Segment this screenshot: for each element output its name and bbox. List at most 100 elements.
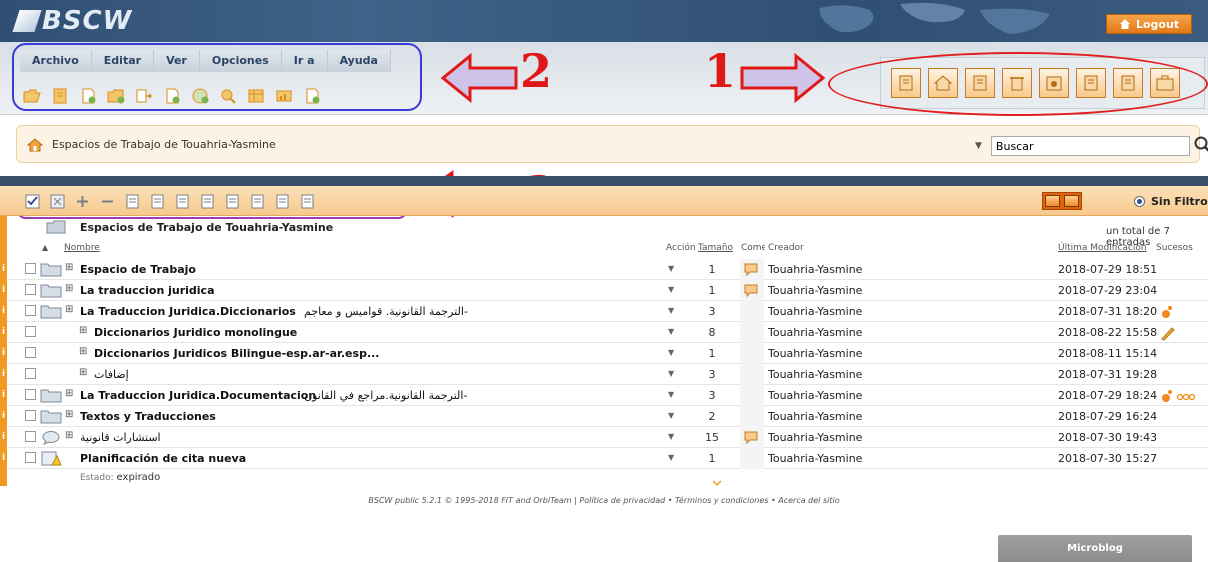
entry-creator[interactable]: Touahria-Yasmine xyxy=(768,305,862,318)
column-creator[interactable]: Creador xyxy=(768,243,804,253)
entry-name-arabic[interactable]: الترجمة القانونية.مراجع في القانون- xyxy=(304,389,467,402)
entry-creator[interactable]: Touahria-Yasmine xyxy=(768,452,862,465)
column-modified[interactable]: Última Modificación xyxy=(1058,243,1147,253)
entry-name[interactable]: Espacio de Trabajo xyxy=(80,263,196,276)
filter-option[interactable]: Sin Filtro xyxy=(1134,195,1208,208)
appointment-warning-icon[interactable] xyxy=(40,451,62,466)
info-marker-icon[interactable]: i xyxy=(0,301,7,322)
entry-creator[interactable]: Touahria-Yasmine xyxy=(768,263,862,276)
table-row[interactable]: i ⊞ Diccionarios Juridico monolingue ▼ 8 Toua… xyxy=(0,322,1208,343)
row-checkbox[interactable] xyxy=(25,452,36,463)
info-marker-icon[interactable]: i xyxy=(0,427,7,448)
entry-name[interactable]: استشارات قانونية xyxy=(80,431,161,444)
info-marker-icon[interactable]: i xyxy=(0,406,7,427)
entry-name[interactable]: إضافات xyxy=(94,368,129,381)
entry-creator[interactable]: Touahria-Yasmine xyxy=(768,284,862,297)
info-marker-icon[interactable]: i xyxy=(0,448,7,469)
expand-tree-icon[interactable]: ⊞ xyxy=(65,409,73,420)
info-marker-icon[interactable]: i xyxy=(0,280,7,301)
entry-creator[interactable]: Touahria-Yasmine xyxy=(768,347,862,360)
entry-creator[interactable]: Touahria-Yasmine xyxy=(768,410,862,423)
select-all-icon[interactable] xyxy=(24,193,40,209)
sort-asc-icon[interactable]: ▲ xyxy=(42,243,48,252)
table-row[interactable]: i ⊞ Textos y Traducciones ▼ 2 Touahria-Yasmin… xyxy=(0,406,1208,427)
search-scope-dropdown-icon[interactable]: ▼ xyxy=(975,141,991,151)
export-icon[interactable] xyxy=(274,193,290,209)
column-name[interactable]: Nombre xyxy=(64,243,100,253)
row-checkbox[interactable] xyxy=(25,347,36,358)
action-dropdown-icon[interactable]: ▼ xyxy=(668,453,674,462)
expand-tree-icon[interactable]: ⊞ xyxy=(65,388,73,399)
search-input[interactable] xyxy=(990,136,1190,156)
expand-tree-icon[interactable]: ⊞ xyxy=(65,283,73,294)
column-comments[interactable]: Come xyxy=(741,243,765,253)
info-marker-icon[interactable]: i xyxy=(0,385,7,406)
footer-privacy-link[interactable]: Política de privacidad xyxy=(579,496,665,505)
entry-creator[interactable]: Touahria-Yasmine xyxy=(768,389,862,402)
table-row[interactable]: i ⊞ Diccionarios Juridicos Bilingue-esp.ar… xyxy=(0,343,1208,364)
row-checkbox[interactable] xyxy=(25,305,36,316)
info-marker-icon[interactable]: i xyxy=(0,343,7,364)
folder-icon[interactable] xyxy=(40,283,62,298)
action-dropdown-icon[interactable]: ▼ xyxy=(668,264,674,273)
row-checkbox[interactable] xyxy=(25,326,36,337)
cut-icon[interactable] xyxy=(124,193,140,209)
folder-icon[interactable] xyxy=(40,262,62,277)
comment-icon[interactable] xyxy=(744,262,758,276)
action-dropdown-icon[interactable]: ▼ xyxy=(668,348,674,357)
view-toggle[interactable] xyxy=(1042,192,1082,210)
folder-icon[interactable] xyxy=(40,409,62,424)
action-dropdown-icon[interactable]: ▼ xyxy=(668,306,674,315)
filter-radio[interactable] xyxy=(1134,196,1145,207)
action-dropdown-icon[interactable]: ▼ xyxy=(668,390,674,399)
expand-tree-icon[interactable]: ⊞ xyxy=(79,367,87,378)
column-size[interactable]: Tamaño xyxy=(698,243,733,253)
expand-tree-icon[interactable]: ⊞ xyxy=(65,262,73,273)
expand-tree-icon[interactable]: ⊞ xyxy=(65,430,73,441)
action-dropdown-icon[interactable]: ▼ xyxy=(668,411,674,420)
microblog-button[interactable]: Microblog xyxy=(998,535,1192,562)
expand-tree-icon[interactable]: ⊞ xyxy=(79,325,87,336)
move-icon[interactable] xyxy=(174,193,190,209)
row-checkbox[interactable] xyxy=(25,284,36,295)
footer-copyright[interactable]: © 1995-2018 FIT and OrbiTeam xyxy=(445,496,572,505)
table-row[interactable]: i ⊞ La traduccion juridica ▼ 1 Touahria-Yasmi… xyxy=(0,280,1208,301)
detail-view-icon[interactable] xyxy=(1064,195,1079,207)
comment-icon[interactable] xyxy=(744,283,758,297)
table-row[interactable]: i ⊞ Espacio de Trabajo ▼ 1 Touahria-Yasmine 20… xyxy=(0,259,1208,280)
info-marker-icon[interactable]: i xyxy=(0,259,7,280)
discussion-icon[interactable] xyxy=(40,430,62,445)
entry-creator[interactable]: Touahria-Yasmine xyxy=(768,431,862,444)
breadcrumb-current[interactable]: Espacios de Trabajo de Touahria-Yasmine xyxy=(52,138,276,151)
action-dropdown-icon[interactable]: ▼ xyxy=(668,327,674,336)
edit-event-icon[interactable] xyxy=(1160,325,1196,341)
expand-tree-icon[interactable]: ⊞ xyxy=(79,346,87,357)
collapse-icon[interactable] xyxy=(99,193,115,209)
entry-name-arabic[interactable]: الترجمة القانونية. قواميس و معاجم- xyxy=(304,305,468,318)
folder-icon[interactable] xyxy=(40,388,62,403)
new-read-event-icon[interactable] xyxy=(1160,388,1196,404)
row-checkbox[interactable] xyxy=(25,263,36,274)
entry-name[interactable]: La Traduccion Juridica.Documentacion xyxy=(80,389,316,402)
row-checkbox[interactable] xyxy=(25,368,36,379)
list-view-icon[interactable] xyxy=(1045,195,1060,207)
expand-icon[interactable] xyxy=(74,193,90,209)
more-arrow-icon[interactable] xyxy=(712,480,722,488)
entry-creator[interactable]: Touahria-Yasmine xyxy=(768,326,862,339)
delete-icon[interactable] xyxy=(224,193,240,209)
info-marker-icon[interactable]: i xyxy=(0,322,7,343)
table-row[interactable]: i Planificación de cita nueva ▼ 1 Touahria-Y… xyxy=(0,448,1208,469)
comment-icon[interactable] xyxy=(744,430,758,444)
copy-icon[interactable] xyxy=(149,193,165,209)
archive-icon[interactable] xyxy=(249,193,265,209)
new-event-icon[interactable] xyxy=(1160,304,1196,320)
action-dropdown-icon[interactable]: ▼ xyxy=(668,369,674,378)
entry-name[interactable]: Textos y Traducciones xyxy=(80,410,216,423)
table-row[interactable]: i ⊞ إضافات ▼ 3 Touahria-Yasmine 2018-07-31 19:… xyxy=(0,364,1208,385)
entry-name[interactable]: La traduccion juridica xyxy=(80,284,215,297)
entry-creator[interactable]: Touahria-Yasmine xyxy=(768,368,862,381)
search-icon[interactable] xyxy=(1193,135,1208,155)
footer-terms-link[interactable]: Términos y condiciones xyxy=(675,496,768,505)
row-checkbox[interactable] xyxy=(25,410,36,421)
home-icon[interactable] xyxy=(27,137,43,153)
